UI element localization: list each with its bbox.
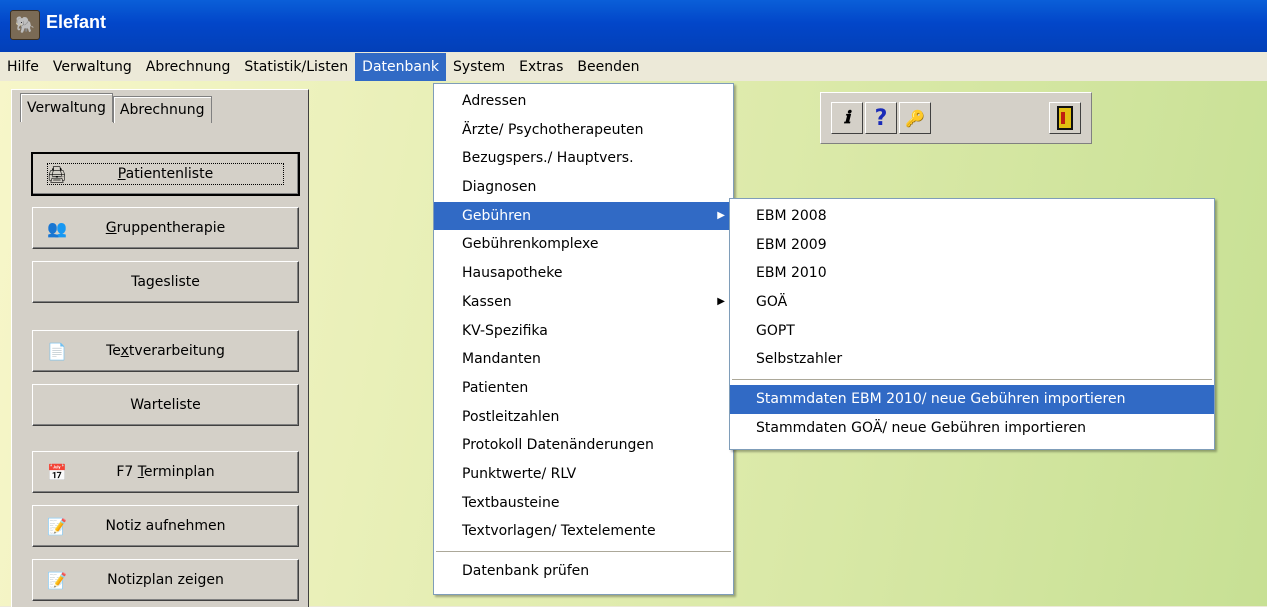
title-bar: 🐘 Elefant [0, 0, 1267, 52]
tab-abrechnung[interactable]: Abrechnung [112, 96, 212, 123]
patientenliste-button[interactable]: 🖨 Patientenliste [31, 152, 300, 196]
panel-tabs: Verwaltung Abrechnung [20, 93, 212, 124]
notiz-aufnehmen-label: Notiz aufnehmen [105, 518, 226, 534]
help-icon[interactable]: ? [865, 102, 897, 134]
menu-item-aerzte[interactable]: Ärzte/ Psychotherapeuten [434, 116, 733, 145]
notizplan-zeigen-label: Notizplan zeigen [107, 572, 224, 588]
warteliste-label: Warteliste [130, 397, 201, 413]
submenu-item-import-ebm[interactable]: Stammdaten EBM 2010/ neue Gebühren impor… [730, 385, 1214, 414]
submenu-item-ebm-2009[interactable]: EBM 2009 [730, 231, 1214, 260]
menu-bar: Hilfe Verwaltung Abrechnung Statistik/Li… [0, 52, 1267, 81]
menu-datenbank[interactable]: Datenbank [355, 52, 446, 81]
submenu-arrow-icon: ▶ [717, 295, 725, 307]
group-icon: 👥 [47, 218, 67, 238]
calendar-icon: 📅 [47, 462, 67, 482]
notizplan-zeigen-button[interactable]: 📝 Notizplan zeigen [32, 559, 299, 601]
notiz-aufnehmen-button[interactable]: 📝 Notiz aufnehmen [32, 505, 299, 547]
gebuehren-submenu: EBM 2008 EBM 2009 EBM 2010 GOÄ GOPT Selb… [729, 198, 1215, 450]
info-icon[interactable]: ℹ [831, 102, 863, 134]
menu-system[interactable]: System [446, 53, 512, 81]
window-title: Elefant [46, 12, 107, 32]
menu-item-kv-spezifika[interactable]: KV-Spezifika [434, 317, 733, 346]
menu-item-gebuehrenkomplexe[interactable]: Gebührenkomplexe [434, 230, 733, 259]
menu-item-postleitzahlen[interactable]: Postleitzahlen [434, 403, 733, 432]
submenu-item-ebm-2010[interactable]: EBM 2010 [730, 259, 1214, 288]
patient-list-icon: 🖨 [46, 164, 68, 184]
menu-item-protokoll[interactable]: Protokoll Datenänderungen [434, 431, 733, 460]
menu-item-adressen[interactable]: Adressen [434, 87, 733, 116]
submenu-arrow-icon: ▶ [717, 209, 725, 221]
menu-item-textvorlagen[interactable]: Textvorlagen/ Textelemente [434, 517, 733, 546]
submenu-item-selbstzahler[interactable]: Selbstzahler [730, 345, 1214, 374]
note-icon: 📝 [47, 570, 67, 590]
menu-statistik-listen[interactable]: Statistik/Listen [237, 53, 355, 81]
warteliste-button[interactable]: Warteliste [32, 384, 299, 426]
menu-item-gebuehren-label: Gebühren [462, 207, 532, 224]
gruppentherapie-label: Gruppentherapie [105, 220, 226, 236]
menu-hilfe[interactable]: Hilfe [0, 53, 46, 81]
menu-item-datenbank-pruefen[interactable]: Datenbank prüfen [434, 557, 733, 586]
terminplan-button[interactable]: 📅 F7 Terminplan [32, 451, 299, 493]
patientenliste-label: Patientenliste [46, 163, 285, 185]
menu-item-bezugspersonen[interactable]: Bezugspers./ Hauptvers. [434, 144, 733, 173]
menu-item-mandanten[interactable]: Mandanten [434, 345, 733, 374]
menu-item-kassen[interactable]: Kassen ▶ [434, 288, 733, 317]
navigation-panel: Verwaltung Abrechnung 🖨 Patientenliste 👥… [11, 89, 309, 607]
submenu-item-gopt[interactable]: GOPT [730, 317, 1214, 346]
submenu-separator [732, 379, 1212, 381]
menu-abrechnung[interactable]: Abrechnung [139, 53, 238, 81]
tab-verwaltung[interactable]: Verwaltung [20, 93, 113, 122]
menu-item-kassen-label: Kassen [462, 293, 512, 310]
gruppentherapie-button[interactable]: 👥 Gruppentherapie [32, 207, 299, 249]
document-icon: 📄 [47, 341, 67, 361]
datenbank-menu: Adressen Ärzte/ Psychotherapeuten Bezugs… [433, 83, 734, 595]
textverarbeitung-button[interactable]: 📄 Textverarbeitung [32, 330, 299, 372]
textverarbeitung-label: Textverarbeitung [106, 343, 225, 359]
quick-toolbar: ℹ ? 🔑 [820, 92, 1092, 144]
menu-item-gebuehren[interactable]: Gebühren ▶ [434, 201, 733, 231]
menu-item-textbausteine[interactable]: Textbausteine [434, 489, 733, 518]
terminplan-label: F7 Terminplan [116, 464, 215, 480]
submenu-item-import-goae[interactable]: Stammdaten GOÄ/ neue Gebühren importiere… [730, 414, 1214, 443]
menu-beenden[interactable]: Beenden [570, 53, 646, 81]
menu-separator [436, 551, 731, 552]
menu-item-hausapotheke[interactable]: Hausapotheke [434, 259, 733, 288]
tagesliste-button[interactable]: Tagesliste [32, 261, 299, 303]
elephant-icon: 🐘 [10, 10, 40, 40]
menu-item-patienten[interactable]: Patienten [434, 374, 733, 403]
note-icon: 📝 [47, 516, 67, 536]
menu-extras[interactable]: Extras [512, 53, 570, 81]
exit-door-icon[interactable] [1049, 102, 1081, 134]
menu-item-punktwerte[interactable]: Punktwerte/ RLV [434, 460, 733, 489]
menu-item-diagnosen[interactable]: Diagnosen [434, 173, 733, 202]
submenu-item-ebm-2008[interactable]: EBM 2008 [730, 202, 1214, 231]
menu-verwaltung[interactable]: Verwaltung [46, 53, 139, 81]
tagesliste-label: Tagesliste [131, 274, 200, 290]
key-icon[interactable]: 🔑 [899, 102, 931, 134]
submenu-item-goae[interactable]: GOÄ [730, 288, 1214, 317]
